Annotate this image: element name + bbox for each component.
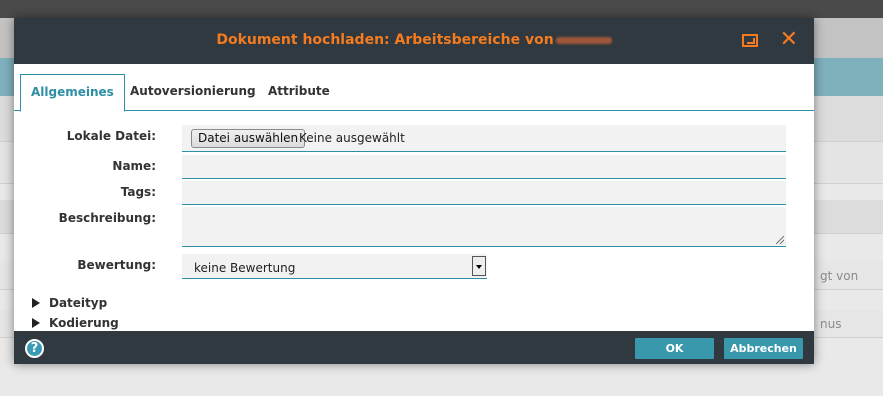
name-label: Name:: [112, 159, 156, 173]
section-dateityp-label: Dateityp: [49, 296, 108, 310]
upload-dialog: Dokument hochladen: Arbeitsbereiche von …: [14, 18, 814, 364]
name-input[interactable]: [182, 155, 786, 179]
rating-selected-value: keine Bewertung: [194, 261, 296, 275]
tab-bar: Allgemeines Autoversionierung Attribute: [14, 64, 814, 112]
dialog-title-text: Dokument hochladen: Arbeitsbereiche von: [216, 32, 554, 48]
dialog-title: Dokument hochladen: Arbeitsbereiche von: [14, 32, 814, 48]
resize-handle-icon[interactable]: [776, 236, 784, 244]
section-kodierung-label: Kodierung: [49, 316, 119, 330]
expand-triangle-icon: [32, 298, 40, 308]
help-icon[interactable]: ?: [25, 339, 44, 358]
file-status-text: Keine ausgewählt: [299, 131, 405, 145]
tab-autoversionierung[interactable]: Autoversionierung: [120, 74, 266, 111]
description-textarea[interactable]: [182, 207, 786, 247]
ok-button[interactable]: OK: [635, 338, 714, 359]
rating-label: Bewertung:: [77, 258, 156, 272]
local-file-field: Datei auswählen Keine ausgewählt: [182, 125, 786, 152]
rating-select[interactable]: keine Bewertung: [182, 254, 487, 279]
local-file-label: Lokale Datei:: [66, 129, 156, 143]
dialog-titlebar: Dokument hochladen: Arbeitsbereiche von …: [14, 18, 814, 64]
close-icon[interactable]: ✕: [780, 28, 798, 52]
background-text: nus: [820, 317, 842, 331]
tab-allgemeines[interactable]: Allgemeines: [20, 74, 125, 112]
chevron-down-icon[interactable]: [472, 256, 486, 276]
cancel-button[interactable]: Abbrechen: [724, 338, 803, 359]
background-top-bar: [0, 0, 883, 18]
background-text: gt von: [820, 269, 859, 283]
tab-attribute[interactable]: Attribute: [258, 74, 340, 111]
tags-input[interactable]: [182, 181, 786, 205]
description-label: Beschreibung:: [58, 211, 156, 225]
tags-label: Tags:: [120, 185, 156, 199]
section-kodierung[interactable]: Kodierung: [32, 316, 119, 330]
choose-file-button[interactable]: Datei auswählen: [191, 129, 306, 148]
maximize-icon[interactable]: [742, 34, 758, 47]
section-dateityp[interactable]: Dateityp: [32, 296, 107, 310]
dialog-footer: ? OK Abbrechen: [14, 331, 814, 364]
expand-triangle-icon: [32, 318, 40, 328]
redacted-user-name: [555, 36, 612, 44]
